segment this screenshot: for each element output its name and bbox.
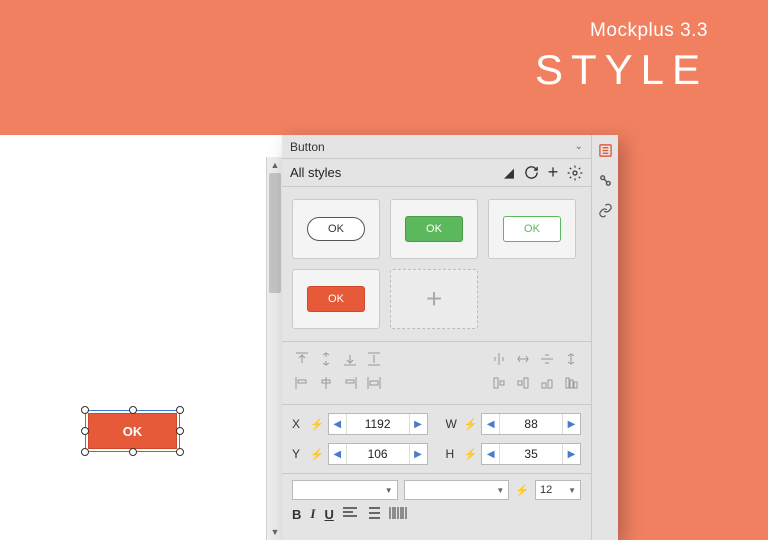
h-row: H ⚡ ◀ 35 ▶ [446,443,582,465]
bolt-icon[interactable]: ⚡ [310,448,324,461]
bolt-icon[interactable]: ⚡ [515,484,529,497]
style-thumb-orange[interactable]: OK [292,269,380,329]
align-stretch-h-icon[interactable] [364,374,384,392]
selected-element[interactable]: OK [85,410,180,452]
arrange-4-icon[interactable] [561,374,581,392]
add-style-button[interactable]: + [390,269,478,329]
resize-handle-bc[interactable] [129,448,137,456]
plus-icon[interactable]: + [545,165,561,181]
dist-v-icon[interactable] [537,350,557,368]
align-left-icon[interactable] [292,374,312,392]
gear-icon[interactable] [567,165,583,181]
increment-icon[interactable]: ▶ [409,444,427,464]
text-section: ▼ ▼ ⚡ 12▼ B I U [282,474,591,528]
bolt-icon[interactable]: ⚡ [310,418,324,431]
decrement-icon[interactable]: ◀ [329,444,347,464]
collapse-icon[interactable]: ⌄ [575,141,583,152]
style-thumb-pill[interactable]: OK [292,199,380,259]
increment-icon[interactable]: ▶ [562,444,580,464]
triangle-icon[interactable]: ◢ [501,165,517,181]
font-family-dropdown[interactable]: ▼ [292,480,398,500]
canvas[interactable]: OK [0,135,282,540]
increment-icon[interactable]: ▶ [409,414,427,434]
align-v-center-icon[interactable] [316,350,336,368]
w-input[interactable]: ◀ 88 ▶ [481,413,581,435]
style-thumb-green[interactable]: OK [390,199,478,259]
resize-handle-tr[interactable] [176,406,184,414]
bolt-icon[interactable]: ⚡ [464,448,478,461]
vertical-scrollbar[interactable]: ▲ ▼ [266,157,282,540]
panel-title: Button [290,140,325,154]
x-input[interactable]: ◀ 1192 ▶ [328,413,428,435]
style-thumbnails: OK OK OK OK + [282,187,591,342]
alignment-section [282,342,591,405]
dist-v-space-icon[interactable] [561,350,581,368]
scroll-down-icon[interactable]: ▼ [267,524,283,540]
bold-button[interactable]: B [292,507,301,522]
properties-panel: Button ⌄ All styles ◢ + OK OK OK OK + [282,135,618,540]
line-height-icon[interactable] [366,507,380,522]
text-align-icon[interactable] [343,507,357,522]
interactions-tab-icon[interactable] [596,171,614,189]
panel-header: Button ⌄ [282,135,591,159]
bolt-icon[interactable]: ⚡ [464,418,478,431]
x-row: X ⚡ ◀ 1192 ▶ [292,413,428,435]
resize-handle-tl[interactable] [81,406,89,414]
banner-subtitle: STYLE [0,46,708,94]
align-top-icon[interactable] [292,350,312,368]
decrement-icon[interactable]: ◀ [329,414,347,434]
styles-label[interactable]: All styles [290,165,341,180]
font-weight-dropdown[interactable]: ▼ [404,480,510,500]
scroll-thumb[interactable] [269,173,281,293]
coordinates-section: X ⚡ ◀ 1192 ▶ W ⚡ ◀ 88 ▶ Y ⚡ [282,405,591,474]
styles-toolbar: All styles ◢ + [282,159,591,187]
align-right-icon[interactable] [340,374,360,392]
align-bottom-icon[interactable] [340,350,360,368]
dist-h-space-icon[interactable] [513,350,533,368]
h-input[interactable]: ◀ 35 ▶ [481,443,581,465]
link-tab-icon[interactable] [596,201,614,219]
decrement-icon[interactable]: ◀ [482,414,500,434]
style-thumb-outline[interactable]: OK [488,199,576,259]
underline-button[interactable]: U [324,507,333,522]
decrement-icon[interactable]: ◀ [482,444,500,464]
arrange-2-icon[interactable] [513,374,533,392]
banner: Mockplus 3.3 STYLE [0,0,768,120]
resize-handle-tc[interactable] [129,406,137,414]
resize-handle-ml[interactable] [81,427,89,435]
w-row: W ⚡ ◀ 88 ▶ [446,413,582,435]
y-input[interactable]: ◀ 106 ▶ [328,443,428,465]
plus-big-icon: + [426,283,442,315]
arrange-3-icon[interactable] [537,374,557,392]
barcode-icon[interactable] [389,507,407,522]
y-row: Y ⚡ ◀ 106 ▶ [292,443,428,465]
banner-title: Mockplus 3.3 [0,20,708,42]
resize-handle-bl[interactable] [81,448,89,456]
resize-handle-br[interactable] [176,448,184,456]
increment-icon[interactable]: ▶ [562,414,580,434]
align-h-center-icon[interactable] [316,374,336,392]
align-stretch-v-icon[interactable] [364,350,384,368]
refresh-icon[interactable] [523,165,539,181]
resize-handle-mr[interactable] [176,427,184,435]
font-size-dropdown[interactable]: 12▼ [535,480,581,500]
panel-sidebar [592,135,618,540]
scroll-up-icon[interactable]: ▲ [267,157,283,173]
italic-button[interactable]: I [310,506,315,522]
dist-h-icon[interactable] [489,350,509,368]
arrange-1-icon[interactable] [489,374,509,392]
button-element[interactable]: OK [88,413,177,449]
properties-tab-icon[interactable] [596,141,614,159]
